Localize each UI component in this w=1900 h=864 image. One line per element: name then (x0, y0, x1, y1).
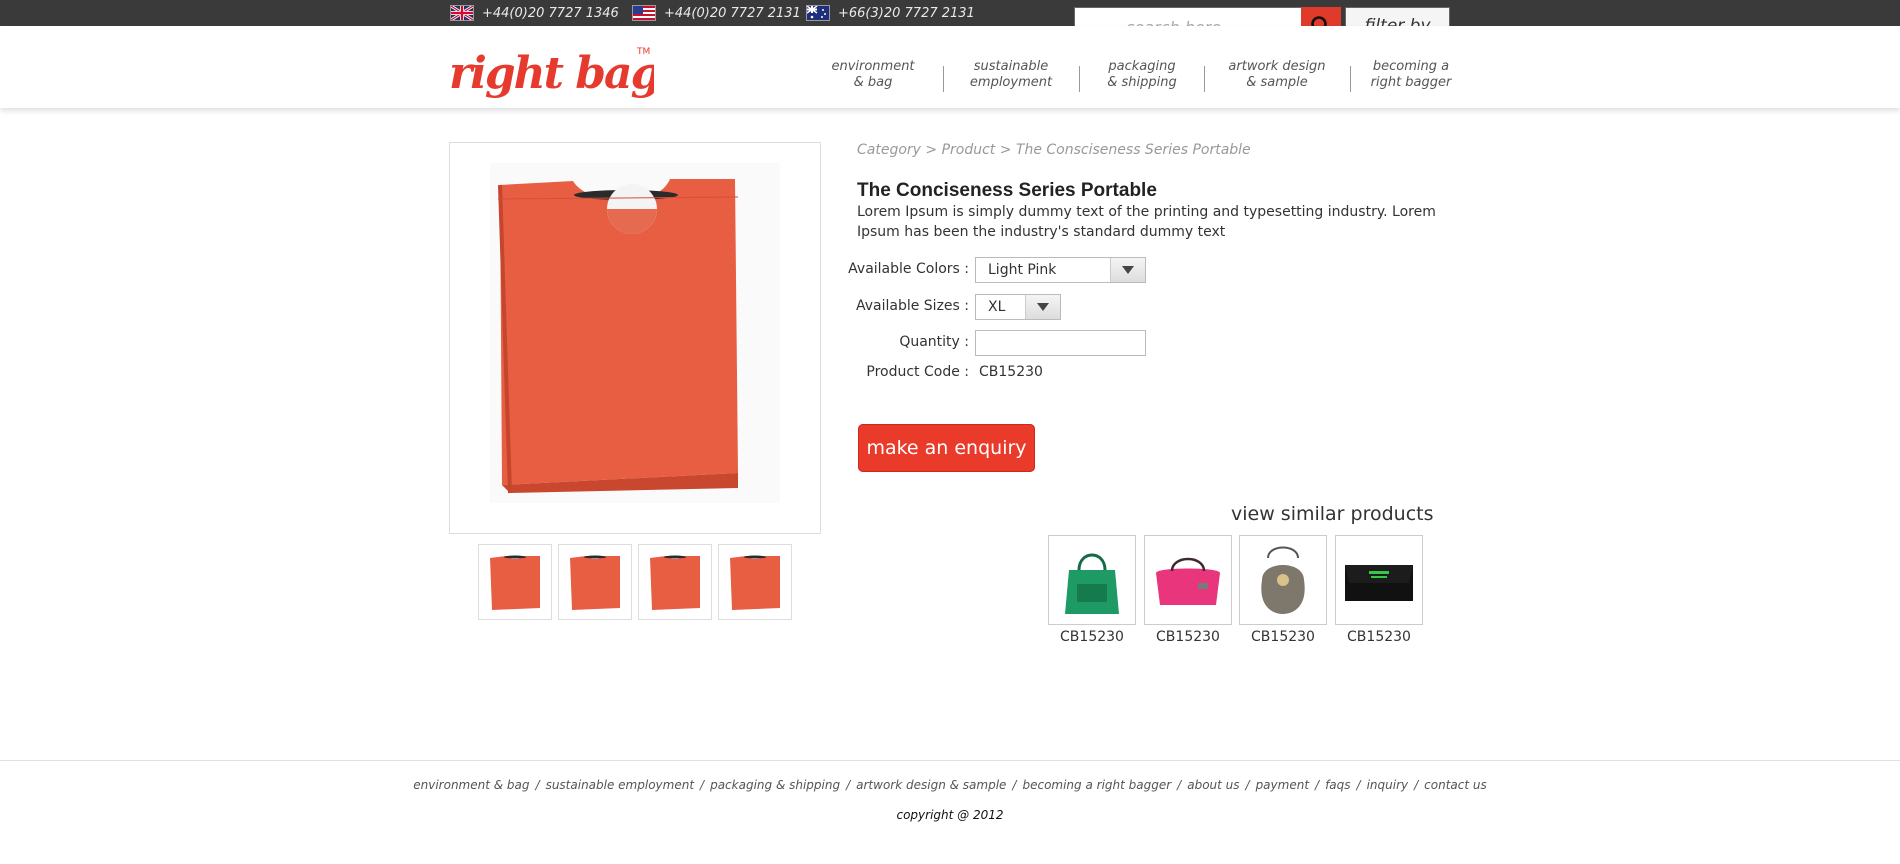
phone-number-uk: +44(0)20 7727 1346 (482, 5, 619, 21)
similar-product-1[interactable]: CB15230 (1048, 535, 1136, 645)
pink-bag-image (1156, 557, 1220, 605)
thumbnail-strip (478, 544, 792, 620)
thumbnail-3[interactable] (638, 544, 712, 620)
footer-link-packaging-shipping[interactable]: packaging & shipping (710, 778, 840, 792)
svg-text:TM: TM (636, 47, 650, 57)
phone-number-au: +66(3)20 7727 2131 (838, 5, 975, 21)
quantity-label: Quantity : (899, 334, 969, 350)
similar-product-code: CB15230 (1347, 629, 1411, 645)
footer-link-faqs[interactable]: faqs (1325, 778, 1350, 792)
nav-line: environment (831, 59, 915, 74)
similar-product-image (1144, 535, 1232, 625)
footer-link-sustainable-employment[interactable]: sustainable employment (546, 778, 694, 792)
right-bags-logo[interactable]: right bags TM (449, 40, 654, 98)
footer-link-inquiry[interactable]: inquiry (1367, 778, 1409, 792)
footer-link-contact-us[interactable]: contact us (1424, 778, 1487, 792)
thumbnail-2[interactable] (558, 544, 632, 620)
color-select[interactable]: Light Pink (975, 257, 1146, 283)
similar-product-code: CB15230 (1060, 629, 1124, 645)
phone-us: +44(0)20 7727 2131 (632, 4, 801, 22)
available-sizes-label: Available Sizes : (855, 298, 969, 314)
footer-link-becoming-right-bagger[interactable]: becoming a right bagger (1022, 778, 1171, 792)
svg-text:right bags: right bags (449, 48, 654, 98)
nav-packaging-shipping[interactable]: packaging & shipping (1082, 59, 1202, 91)
thumbnail-4[interactable] (718, 544, 792, 620)
phone-au: +66(3)20 7727 2131 (806, 4, 975, 22)
dropdown-arrow-icon (1110, 258, 1145, 282)
copyright: copyright @ 2012 (896, 808, 1004, 822)
nav-line: sustainable (973, 59, 1049, 74)
phone-number-us: +44(0)20 7727 2131 (664, 5, 801, 21)
au-flag-icon (806, 5, 830, 21)
green-bag-image (1065, 553, 1119, 614)
product-code-label: Product Code : (866, 364, 969, 380)
similar-product-image (1048, 535, 1136, 625)
similar-product-4[interactable]: CB15230 (1335, 535, 1423, 645)
thumbnail-bag-image (730, 555, 780, 610)
dropdown-arrow-icon (1025, 295, 1060, 319)
product-description: Lorem Ipsum is simply dummy text of the … (857, 204, 1436, 240)
similar-product-image (1335, 535, 1423, 625)
similar-product-2[interactable]: CB15230 (1144, 535, 1232, 645)
footer-link-about-us[interactable]: about us (1187, 778, 1239, 792)
nav-line: packaging (1108, 59, 1176, 74)
available-colors-label: Available Colors : (848, 261, 969, 277)
nav-artwork-design-sample[interactable]: artwork design & sample (1217, 59, 1337, 91)
nav-environment-bag[interactable]: environment & bag (813, 59, 933, 91)
us-flag-icon (632, 5, 656, 21)
footer-link-payment[interactable]: payment (1256, 778, 1309, 792)
thumbnail-bag-image (650, 555, 700, 610)
nav-line: & shipping (1107, 75, 1177, 90)
phone-uk: +44(0)20 7727 1346 (450, 4, 619, 22)
nav-line: & bag (853, 75, 893, 90)
size-select-value: XL (988, 299, 1006, 315)
nav-divider (1204, 66, 1205, 92)
nav-line: artwork design (1228, 59, 1326, 74)
nav-sustainable-employment[interactable]: sustainable employment (951, 59, 1071, 91)
size-select[interactable]: XL (975, 294, 1061, 320)
nav-divider (1079, 66, 1080, 92)
make-enquiry-button[interactable]: make an enquiry (858, 424, 1035, 472)
nav-line: becoming a (1372, 59, 1450, 74)
nav-divider (943, 66, 944, 92)
thumbnail-bag-image (490, 555, 540, 610)
nav-line: & sample (1246, 75, 1308, 90)
similar-product-code: CB15230 (1251, 629, 1315, 645)
product-main-image[interactable] (449, 142, 821, 534)
thumbnail-1[interactable] (478, 544, 552, 620)
footer-links: environment & bag / sustainable employment… (413, 778, 1487, 792)
uk-flag-icon (450, 5, 474, 21)
view-similar-products-title: view similar products (1231, 503, 1434, 525)
grey-bag-image (1261, 546, 1305, 614)
product-code-value: CB15230 (979, 364, 1043, 380)
similar-product-image (1239, 535, 1327, 625)
product-title: The Conciseness Series Portable (857, 180, 1157, 201)
orange-bag-image (490, 163, 780, 503)
quantity-input[interactable] (975, 330, 1146, 356)
thumbnail-bag-image (570, 555, 620, 610)
footer-link-artwork-design-sample[interactable]: artwork design & sample (856, 778, 1006, 792)
similar-product-3[interactable]: CB15230 (1239, 535, 1327, 645)
color-select-value: Light Pink (988, 262, 1057, 278)
footer-divider (0, 760, 1900, 761)
footer-link-environment-bag[interactable]: environment & bag (413, 778, 529, 792)
similar-product-code: CB15230 (1156, 629, 1220, 645)
nav-becoming-right-bagger[interactable]: becoming a right bagger (1351, 59, 1471, 91)
breadcrumb[interactable]: Category > Product > The Consciseness Se… (857, 142, 1251, 158)
nav-line: employment (969, 75, 1053, 90)
black-bag-image (1345, 565, 1413, 601)
nav-line: right bagger (1370, 75, 1452, 90)
site-header (0, 26, 1900, 108)
